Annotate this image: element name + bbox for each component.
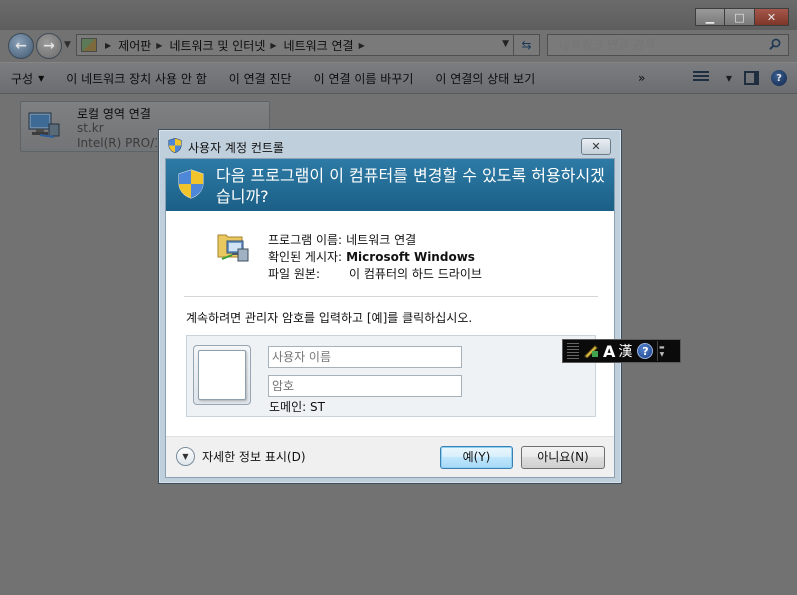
program-name-row: 프로그램 이름: 네트워크 연결 — [268, 232, 482, 249]
show-details-button[interactable]: ▼ 자세한 정보 표시(D) — [176, 447, 306, 466]
address-row: ← → ▼ ▶ 제어판 ▶ 네트워크 및 인터넷 ▶ 네트워크 연결 ▶ ▼ ⇆ — [0, 30, 797, 62]
network-connections-icon — [217, 234, 249, 262]
back-arrow-icon: ← — [15, 38, 27, 54]
program-name-value: 네트워크 연결 — [346, 233, 417, 247]
ime-language-bar: A 漢 ? ▬ ▼ — [562, 339, 681, 363]
shield-icon — [168, 138, 182, 153]
connection-name: 로컬 영역 연결 — [77, 107, 151, 121]
chevron-down-icon: ▼ — [176, 447, 195, 466]
no-button[interactable]: 아니요(N) — [521, 446, 605, 469]
view-status-button[interactable]: 이 연결의 상태 보기 — [424, 70, 546, 87]
uac-dialog: 사용자 계정 컨트롤 ✕ 다음 프로그램이 이 컴퓨터를 변경할 수 있도록 허… — [158, 129, 622, 484]
toolbar-icons: ▼ ? — [692, 70, 787, 86]
publisher-row: 확인된 게시자: Microsoft Windows — [268, 249, 482, 266]
close-icon: ✕ — [766, 10, 777, 24]
origin-value: 이 컴퓨터의 하드 드라이브 — [349, 267, 482, 281]
change-view-icon[interactable] — [692, 71, 709, 85]
yes-button[interactable]: 예(Y) — [440, 446, 513, 469]
refresh-button[interactable]: ⇆ — [514, 34, 540, 56]
user-picture — [198, 350, 246, 400]
instruction-text: 계속하려면 관리자 암호를 입력하고 [예]를 클릭하십시오. — [186, 311, 473, 325]
options-icon[interactable]: ▬ ▼ — [657, 341, 665, 361]
organize-menu[interactable]: 구성 ▼ — [0, 70, 55, 87]
more-commands-button[interactable]: » — [638, 71, 645, 85]
close-button[interactable]: ✕ — [755, 8, 789, 26]
control-panel-icon — [81, 38, 97, 52]
address-bar[interactable]: ▶ 제어판 ▶ 네트워크 및 인터넷 ▶ 네트워크 연결 ▶ ▼ — [76, 34, 514, 56]
chevron-down-icon: ▼ — [38, 73, 45, 83]
minimize-button[interactable]: ▁ — [695, 8, 725, 26]
publisher-value: Microsoft Windows — [346, 250, 475, 264]
breadcrumb-separator-icon[interactable]: ▶ — [359, 41, 365, 50]
uac-panel: 다음 프로그램이 이 컴퓨터를 변경할 수 있도록 허용하시겠습니까? 프로그램… — [165, 158, 615, 478]
connection-network: st.kr — [77, 121, 104, 135]
shield-icon — [178, 169, 204, 199]
help-icon[interactable]: ? — [637, 343, 654, 359]
maximize-button[interactable]: □ — [725, 8, 755, 26]
divider — [184, 296, 598, 297]
breadcrumb-separator-icon[interactable]: ▶ — [270, 41, 276, 50]
credential-box: 도메인: ST — [186, 335, 596, 417]
show-details-label: 자세한 정보 표시(D) — [202, 450, 306, 464]
forward-button[interactable]: → — [36, 33, 62, 59]
connection-adapter: Intel(R) PRO/1 — [77, 136, 157, 150]
uac-close-button[interactable]: ✕ — [581, 138, 611, 155]
organize-label: 구성 — [11, 71, 34, 86]
recent-pages-dropdown[interactable]: ▼ — [64, 40, 71, 50]
explorer-titlebar: ▁ □ ✕ — [0, 0, 797, 30]
user-tile — [193, 345, 251, 405]
breadcrumb-separator-icon[interactable]: ▶ — [105, 41, 111, 50]
uac-footer: ▼ 자세한 정보 표시(D) 예(Y) 아니요(N) — [166, 436, 614, 477]
breadcrumb-control-panel[interactable]: 제어판 — [118, 37, 151, 54]
program-info: 프로그램 이름: 네트워크 연결 확인된 게시자: Microsoft Wind… — [268, 232, 482, 283]
search-box[interactable] — [547, 34, 789, 56]
help-icon[interactable]: ? — [771, 70, 787, 86]
uac-titlebar: 사용자 계정 컨트롤 ✕ — [159, 130, 621, 158]
refresh-icon: ⇆ — [521, 38, 532, 52]
back-button[interactable]: ← — [8, 33, 34, 59]
view-dropdown-icon[interactable]: ▼ — [726, 74, 732, 83]
breadcrumb-network-internet[interactable]: 네트워크 및 인터넷 — [169, 37, 265, 54]
maximize-icon: □ — [734, 10, 745, 24]
input-pad-icon[interactable] — [583, 344, 599, 358]
domain-label: 도메인: ST — [269, 400, 325, 414]
input-mode-button[interactable]: A — [603, 342, 615, 361]
username-field[interactable] — [268, 346, 462, 368]
caption-buttons: ▁ □ ✕ — [695, 8, 789, 26]
search-icon[interactable] — [769, 38, 781, 50]
disable-device-button[interactable]: 이 네트워크 장치 사용 안 함 — [55, 70, 218, 87]
uac-banner: 다음 프로그램이 이 컴퓨터를 변경할 수 있도록 허용하시겠습니까? — [166, 159, 614, 211]
search-input[interactable] — [548, 35, 758, 55]
program-name-label: 프로그램 이름: — [268, 233, 343, 247]
uac-title: 사용자 계정 컨트롤 — [188, 141, 284, 155]
command-bar: 구성 ▼ 이 네트워크 장치 사용 안 함 이 연결 진단 이 연결 이름 바꾸기… — [0, 62, 797, 94]
uac-heading: 다음 프로그램이 이 컴퓨터를 변경할 수 있도록 허용하시겠습니까? — [216, 166, 605, 206]
hanja-button[interactable]: 漢 — [618, 341, 632, 361]
origin-label: 파일 원본: — [268, 267, 321, 281]
address-dropdown-icon[interactable]: ▼ — [502, 39, 509, 49]
breadcrumb-network-connections[interactable]: 네트워크 연결 — [284, 37, 354, 54]
rename-button[interactable]: 이 연결 이름 바꾸기 — [303, 70, 425, 87]
origin-row: 파일 원본: 이 컴퓨터의 하드 드라이브 — [268, 266, 482, 283]
password-field[interactable] — [268, 375, 462, 397]
preview-pane-icon[interactable] — [744, 71, 759, 85]
diagnose-button[interactable]: 이 연결 진단 — [218, 70, 303, 87]
network-adapter-icon — [28, 112, 60, 138]
forward-arrow-icon: → — [43, 38, 55, 54]
publisher-label: 확인된 게시자: — [268, 250, 343, 264]
breadcrumb-separator-icon[interactable]: ▶ — [156, 41, 162, 50]
close-icon: ✕ — [591, 140, 601, 153]
drag-handle[interactable] — [567, 343, 579, 359]
minimize-icon: ▁ — [705, 10, 715, 24]
